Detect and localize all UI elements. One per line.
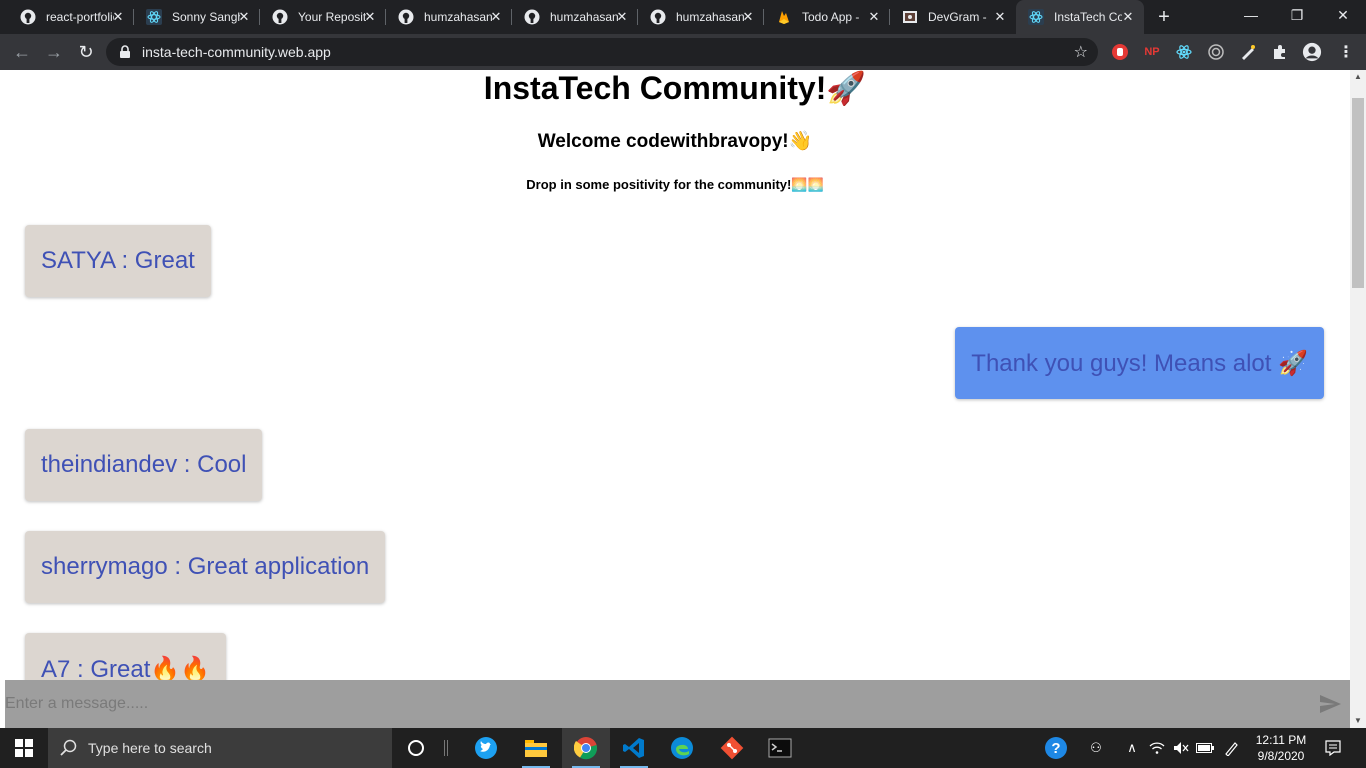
circle-extension-icon[interactable] xyxy=(1206,42,1226,62)
tab-title: Todo App - xyxy=(802,10,860,24)
browser-menu-icon[interactable]: ⋮ xyxy=(1336,42,1356,62)
close-tab-icon[interactable]: ✕ xyxy=(362,9,378,25)
browser-toolbar: ← → ↻ insta-tech-community.web.app ☆ NP … xyxy=(0,34,1366,70)
tab-title: humzahasan xyxy=(676,10,744,24)
react-icon xyxy=(146,9,162,25)
new-tab-button[interactable]: + xyxy=(1153,6,1175,28)
git-icon[interactable] xyxy=(708,728,756,768)
chrome-icon[interactable] xyxy=(562,728,610,768)
close-tab-icon[interactable]: ✕ xyxy=(866,9,882,25)
close-tab-icon[interactable]: ✕ xyxy=(488,9,504,25)
close-tab-icon[interactable]: ✕ xyxy=(110,9,126,25)
message-composer xyxy=(5,680,1350,728)
firebase-icon xyxy=(776,9,792,25)
github-icon xyxy=(650,9,666,25)
reload-button[interactable]: ↻ xyxy=(74,40,98,64)
tab-instatech-community[interactable]: InstaTech Community ✕ xyxy=(1016,0,1144,34)
np-extension-icon[interactable]: NP xyxy=(1142,42,1162,62)
search-label: Type here to search xyxy=(88,740,212,756)
windows-start-icon[interactable] xyxy=(0,728,48,768)
notifications-icon[interactable] xyxy=(1320,728,1346,768)
taskbar-clock[interactable]: 12:11 PM 9/8/2020 xyxy=(1244,732,1318,764)
profile-avatar[interactable] xyxy=(1302,42,1322,62)
github-icon xyxy=(398,9,414,25)
close-tab-icon[interactable]: ✕ xyxy=(740,9,756,25)
page-content: InstaTech Community!🚀 Welcome codewithbr… xyxy=(0,70,1350,728)
close-tab-icon[interactable]: ✕ xyxy=(1120,9,1136,25)
message-card: theindiandev : Cool xyxy=(25,429,263,501)
devgram-icon xyxy=(902,9,918,25)
scroll-down-arrow-icon[interactable]: ▼ xyxy=(1350,714,1366,728)
browser-tab-strip: react-portfolio ✕ Sonny Sangha ✕ Your Re… xyxy=(0,0,1366,34)
edge-icon[interactable] xyxy=(658,728,706,768)
github-icon xyxy=(20,9,36,25)
twitter-icon[interactable] xyxy=(462,728,510,768)
react-icon xyxy=(1028,9,1044,25)
tab-title: Sonny Sangha xyxy=(172,10,240,24)
minimize-button[interactable]: — xyxy=(1228,0,1274,30)
tab-title: Your Repositories xyxy=(298,10,366,24)
react-devtools-icon[interactable] xyxy=(1174,42,1194,62)
battery-icon[interactable] xyxy=(1194,728,1216,768)
terminal-icon[interactable] xyxy=(756,728,804,768)
tab-title: humzahasan xyxy=(424,10,492,24)
scrollbar-thumb[interactable] xyxy=(1352,98,1364,288)
pen-workspace-icon[interactable] xyxy=(1220,728,1244,768)
message-card: sherrymago : Great application xyxy=(25,531,386,603)
tab-your-repositories[interactable]: Your Repositories ✕ xyxy=(260,0,386,34)
clock-time: 12:11 PM xyxy=(1255,733,1307,747)
close-tab-icon[interactable]: ✕ xyxy=(614,9,630,25)
close-tab-icon[interactable]: ✕ xyxy=(992,9,1008,25)
people-icon[interactable]: ⚇ xyxy=(1084,728,1108,768)
volume-muted-icon[interactable] xyxy=(1170,728,1192,768)
taskbar-search-box[interactable]: Type here to search xyxy=(48,728,392,768)
bookmark-star-icon[interactable]: ☆ xyxy=(1074,42,1088,62)
cortana-icon[interactable] xyxy=(392,728,440,768)
tab-title: DevGram - xyxy=(928,10,987,24)
page-scrollbar[interactable]: ▲ ▼ xyxy=(1350,70,1366,728)
tab-title: InstaTech Community xyxy=(1054,10,1122,24)
scroll-up-arrow-icon[interactable]: ▲ xyxy=(1350,70,1366,84)
tab-react-portfolio[interactable]: react-portfolio ✕ xyxy=(8,0,134,34)
github-icon xyxy=(524,9,540,25)
clock-date: 9/8/2020 xyxy=(1257,749,1305,763)
url-text: insta-tech-community.web.app xyxy=(142,44,331,60)
svg-text:?: ? xyxy=(1051,740,1060,757)
wifi-icon[interactable] xyxy=(1146,728,1168,768)
tab-humzahasan-2[interactable]: humzahasan ✕ xyxy=(512,0,638,34)
show-hidden-icons-icon[interactable]: ∧ xyxy=(1122,728,1142,768)
windows-taskbar: Type here to search ? ⚇ ∧ 12:11 PM 9/8/2… xyxy=(0,728,1366,768)
tab-humzahasan-3[interactable]: humzahasan ✕ xyxy=(638,0,764,34)
file-explorer-icon[interactable] xyxy=(512,728,560,768)
close-window-button[interactable]: ✕ xyxy=(1320,0,1366,30)
page-title: InstaTech Community!🚀 xyxy=(483,70,867,106)
search-icon xyxy=(60,739,78,762)
puzzle-icon[interactable] xyxy=(1270,42,1290,62)
own-message-card: Thank you guys! Means alot 🚀 xyxy=(955,327,1324,399)
tab-title: react-portfolio xyxy=(46,10,114,24)
welcome-heading: Welcome codewithbravopy!👋 xyxy=(537,131,813,152)
message-card: SATYA : Great xyxy=(25,225,211,297)
vscode-icon[interactable] xyxy=(610,728,658,768)
send-icon[interactable] xyxy=(1318,692,1342,716)
back-button[interactable]: ← xyxy=(10,40,34,64)
help-icon[interactable]: ? xyxy=(1042,728,1070,768)
lock-icon xyxy=(118,45,132,59)
pen-extension-icon[interactable] xyxy=(1238,42,1258,62)
forward-button[interactable]: → xyxy=(42,40,66,64)
address-bar[interactable]: insta-tech-community.web.app ☆ xyxy=(106,38,1098,66)
task-view-divider xyxy=(444,740,448,756)
page-subtitle: Drop in some positivity for the communit… xyxy=(526,177,824,192)
restore-button[interactable]: ❐ xyxy=(1274,0,1320,30)
stop-extension-icon[interactable] xyxy=(1110,42,1130,62)
github-icon xyxy=(272,9,288,25)
message-input[interactable] xyxy=(5,692,1285,716)
tab-sonny-sangha[interactable]: Sonny Sangha ✕ xyxy=(134,0,260,34)
tab-devgram[interactable]: DevGram - ✕ xyxy=(890,0,1016,34)
tab-todo-app[interactable]: Todo App - ✕ xyxy=(764,0,890,34)
tab-title: humzahasan xyxy=(550,10,618,24)
tab-humzahasan-1[interactable]: humzahasan ✕ xyxy=(386,0,512,34)
close-tab-icon[interactable]: ✕ xyxy=(236,9,252,25)
